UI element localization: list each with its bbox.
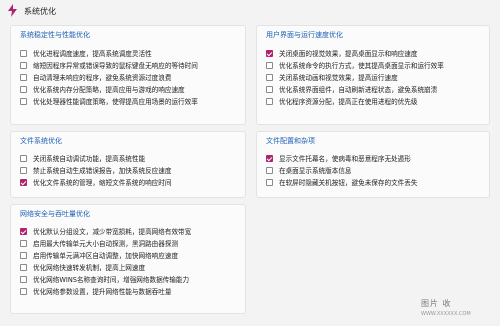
- option-item[interactable]: 在软屏时隐藏关机按钮，避免未保存的文件丢失: [266, 177, 417, 187]
- window-title: 系统优化: [24, 7, 56, 16]
- option-item[interactable]: 启用传输单元满冲区自动调整，加快网络响应速度: [20, 250, 178, 260]
- option-label: 优化网络WINS名称查询时间，增强网络数据传输能力: [33, 276, 190, 284]
- checkbox[interactable]: [20, 49, 27, 57]
- option-item[interactable]: 关闭系统动画和视觉效果，提高运行速度: [266, 72, 398, 82]
- option-item[interactable]: 优化网络参数设置，提升网络性能与数据吞吐量: [20, 286, 171, 296]
- option-item[interactable]: 显示文件托幕名，使病毒和恶意程序无处遁形: [266, 153, 411, 163]
- panel-title: 文件配置和杂项: [266, 137, 315, 145]
- checkbox-checked[interactable]: [266, 154, 273, 162]
- option-label: 在桌面显示系统版本信息: [279, 167, 352, 175]
- checkbox[interactable]: [20, 166, 27, 174]
- option-label: 优化网络快速转发机制，提高上网速度: [33, 264, 146, 272]
- option-item[interactable]: 自动清理未响应的程序，避免系统资源过度浪费: [20, 72, 171, 82]
- panel-system: 系统稳定性与性能优化 优化进程调度速度，提高系统调度灵活性 缩短因程序异常或错误…: [10, 25, 246, 125]
- checkbox[interactable]: [20, 97, 27, 105]
- panel-files: 文件系统优化 关闭系统自动调试功能，提高系统性能 禁止系统自动生成错误报告，加快…: [10, 131, 246, 198]
- checkbox[interactable]: [20, 263, 27, 271]
- panel-title: 文件系统优化: [20, 137, 62, 145]
- option-label: 优化系统内存分配策略，提高应用与游戏的响应速度: [33, 86, 185, 94]
- option-item[interactable]: 关闭桌面的视觉效果，提高桌面显示和响应速度: [266, 48, 417, 58]
- checkbox[interactable]: [266, 73, 273, 81]
- checkbox[interactable]: [266, 166, 273, 174]
- checkbox[interactable]: [266, 97, 273, 105]
- option-item[interactable]: 优化系统界面组件，自动刷新进程状态，避免系统崩溃: [266, 84, 437, 94]
- checkbox[interactable]: [20, 73, 27, 81]
- option-item[interactable]: 优化系统内存分配策略，提高应用与游戏的响应速度: [20, 84, 185, 94]
- title-bar: 系统优化: [0, 0, 500, 22]
- checkbox-checked[interactable]: [20, 227, 27, 235]
- option-label: 优化处理器性能调度策略，使得提高应用场景的运行效率: [33, 98, 198, 106]
- option-item[interactable]: 启用最大传输单元大小自动探测，黑洞路由器探测: [20, 238, 178, 248]
- option-label: 关闭系统动画和视觉效果，提高运行速度: [279, 74, 398, 82]
- option-item[interactable]: 在桌面显示系统版本信息: [266, 165, 352, 175]
- panel-ui: 用户界面与运行速度优化 关闭桌面的视觉效果，提高桌面显示和响应速度 优化系统命令…: [256, 25, 490, 125]
- app-lightning-icon: [8, 4, 17, 17]
- option-label: 优化系统界面组件，自动刷新进程状态，避免系统崩溃: [279, 86, 438, 94]
- option-label: 关闭桌面的视觉效果，提高桌面显示和响应速度: [279, 50, 418, 58]
- option-label: 启用传输单元满冲区自动调整，加快网络响应速度: [33, 252, 179, 260]
- option-label: 关闭系统自动调试功能，提高系统性能: [33, 155, 146, 163]
- checkbox[interactable]: [20, 85, 27, 93]
- option-label: 启用最大传输单元大小自动探测，黑洞路由器探测: [33, 240, 179, 248]
- panel-title: 用户界面与运行速度优化: [266, 31, 343, 39]
- option-item[interactable]: 优化进程调度速度，提高系统调度灵活性: [20, 48, 152, 58]
- panel-config: 文件配置和杂项 显示文件托幕名，使病毒和恶意程序无处遁形 在桌面显示系统版本信息…: [256, 131, 490, 198]
- checkbox[interactable]: [266, 61, 273, 69]
- panel-title: 网络安全与吞吐量优化: [20, 210, 90, 218]
- checkbox[interactable]: [20, 275, 27, 283]
- checkbox[interactable]: [266, 178, 273, 186]
- option-item[interactable]: 关闭系统自动调试功能，提高系统性能: [20, 153, 145, 163]
- option-label: 禁止系统自动生成错误报告，加快系统反应速度: [33, 167, 172, 175]
- option-item[interactable]: 优化网络快速转发机制，提高上网速度: [20, 262, 145, 272]
- watermark-text: 图片 收: [421, 299, 452, 308]
- checkbox-checked[interactable]: [266, 49, 273, 57]
- checkbox[interactable]: [20, 251, 27, 259]
- option-item[interactable]: 优化文件系统的管理，缩短文件系统的响应时间: [20, 177, 171, 187]
- option-label: 优化进程调度速度，提高系统调度灵活性: [33, 50, 152, 58]
- option-label: 在软屏时隐藏关机按钮，避免未保存的文件丢失: [279, 179, 418, 187]
- option-label: 优化系统命令的执行方式，使其提高桌面显示和运行效率: [279, 62, 444, 70]
- option-item[interactable]: 优化默认分组设文，减少带宽损耗，提高网络有效带宽: [20, 226, 191, 236]
- checkbox[interactable]: [266, 85, 273, 93]
- option-label: 优化网络参数设置，提升网络性能与数据吞吐量: [33, 288, 172, 296]
- panel-title: 系统稳定性与性能优化: [20, 31, 90, 39]
- option-item[interactable]: 禁止系统自动生成错误报告，加快系统反应速度: [20, 165, 171, 175]
- checkbox-checked[interactable]: [20, 178, 27, 186]
- checkbox[interactable]: [20, 239, 27, 247]
- panel-network: 网络安全与吞吐量优化 优化默认分组设文，减少带宽损耗，提高网络有效带宽 启用最大…: [10, 204, 246, 314]
- option-item[interactable]: 优化系统命令的执行方式，使其提高桌面显示和运行效率: [266, 60, 444, 70]
- option-label: 缩短因程序异常或错误导致的鼠标键盘无响应的等待时间: [33, 62, 198, 70]
- checkbox[interactable]: [20, 287, 27, 295]
- option-label: 显示文件托幕名，使病毒和恶意程序无处遁形: [279, 155, 411, 163]
- option-label: 优化默认分组设文，减少带宽损耗，提高网络有效带宽: [33, 228, 192, 236]
- option-label: 优化程序资源分配，提高正在使用进程的优先级: [279, 98, 418, 106]
- option-label: 自动清理未响应的程序，避免系统资源过度浪费: [33, 74, 172, 82]
- checkbox[interactable]: [20, 61, 27, 69]
- option-item[interactable]: 优化程序资源分配，提高正在使用进程的优先级: [266, 96, 417, 106]
- watermark-subtext: WWW.XXXXXX.COM: [421, 311, 471, 317]
- checkbox[interactable]: [20, 154, 27, 162]
- option-label: 优化文件系统的管理，缩短文件系统的响应时间: [33, 179, 172, 187]
- option-item[interactable]: 优化处理器性能调度策略，使得提高应用场景的运行效率: [20, 96, 198, 106]
- option-item[interactable]: 优化网络WINS名称查询时间，增强网络数据传输能力: [20, 274, 189, 284]
- option-item[interactable]: 缩短因程序异常或错误导致的鼠标键盘无响应的等待时间: [20, 60, 198, 70]
